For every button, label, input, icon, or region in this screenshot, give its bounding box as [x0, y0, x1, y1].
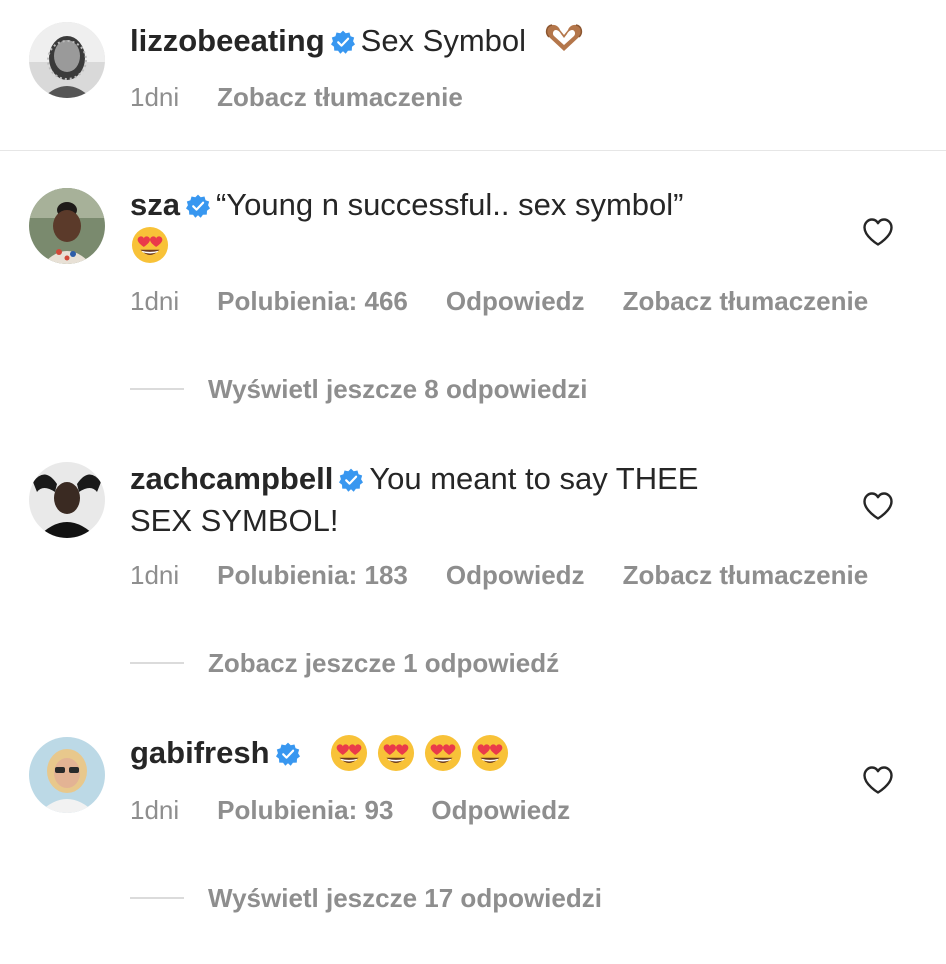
comment-line: sza “Young n successful.. sex symbol” — [130, 187, 684, 223]
username[interactable]: lizzobeeating — [130, 23, 325, 58]
view-replies[interactable]: Wyświetl jeszcze 17 odpowiedzi — [130, 883, 602, 913]
caption-meta: 1dni Zobacz tłumaczenie — [130, 82, 501, 112]
post-caption: lizzobeeating Sex Symbol 1dni Zobacz tłuma… — [0, 0, 946, 150]
likes-count[interactable]: Polubienia: 183 — [217, 560, 408, 590]
comment-meta: 1dni Polubienia: 466 Odpowiedz Zobacz tłuma… — [130, 286, 906, 316]
heart-outline-icon[interactable] — [862, 765, 894, 795]
comment-text: “Young n successful.. sex symbol” — [215, 187, 684, 222]
caption-text: Sex Symbol — [360, 23, 527, 58]
heart-eyes-emoji — [131, 226, 169, 264]
replies-dash — [130, 662, 184, 664]
username[interactable]: zachcampbell — [130, 461, 333, 496]
divider — [0, 150, 946, 151]
heart-eyes-emoji — [330, 734, 368, 772]
heart-eyes-emoji — [471, 734, 509, 772]
verified-badge-icon — [331, 30, 355, 54]
replies-dash — [130, 897, 184, 899]
avatar-gabifresh[interactable] — [29, 737, 105, 813]
heart-outline-icon[interactable] — [862, 217, 894, 247]
translate-link[interactable]: Zobacz tłumaczenie — [217, 82, 463, 112]
likes-count[interactable]: Polubienia: 93 — [217, 795, 393, 825]
comment-text: You meant to say THEE — [369, 461, 699, 496]
translate-link[interactable]: Zobacz tłumaczenie — [623, 560, 869, 590]
comment-line: zachcampbell You meant to say THEE — [130, 461, 698, 497]
avatar-zachcampbell[interactable] — [29, 462, 105, 538]
heart-hands-emoji — [545, 24, 582, 51]
comment-line: gabifresh — [130, 735, 306, 771]
verified-badge-icon — [339, 468, 363, 492]
reply-button[interactable]: Odpowiedz — [431, 795, 570, 825]
verified-badge-icon — [276, 742, 300, 766]
comment-text-continued: SEX SYMBOL! — [130, 503, 339, 538]
timestamp: 1dni — [130, 560, 180, 590]
heart-eyes-emoji — [377, 734, 415, 772]
username[interactable]: sza — [130, 187, 180, 222]
replies-dash — [130, 388, 184, 390]
avatar-lizzobeeating[interactable] — [29, 22, 105, 98]
timestamp: 1dni — [130, 82, 180, 112]
reply-button[interactable]: Odpowiedz — [446, 286, 585, 316]
view-replies[interactable]: Zobacz jeszcze 1 odpowiedź — [130, 648, 559, 678]
timestamp: 1dni — [130, 286, 180, 316]
username[interactable]: gabifresh — [130, 735, 270, 770]
translate-link[interactable]: Zobacz tłumaczenie — [623, 286, 869, 316]
view-replies-label[interactable]: Wyświetl jeszcze 17 odpowiedzi — [208, 883, 602, 914]
timestamp: 1dni — [130, 795, 180, 825]
comment-meta: 1dni Polubienia: 93 Odpowiedz — [130, 795, 608, 825]
likes-count[interactable]: Polubienia: 466 — [217, 286, 408, 316]
heart-eyes-emoji — [424, 734, 462, 772]
avatar-sza[interactable] — [29, 188, 105, 264]
view-replies-label[interactable]: Zobacz jeszcze 1 odpowiedź — [208, 648, 559, 679]
heart-outline-icon[interactable] — [862, 491, 894, 521]
caption-line: lizzobeeating Sex Symbol — [130, 23, 585, 59]
comment-emojis — [330, 734, 509, 772]
view-replies-label[interactable]: Wyświetl jeszcze 8 odpowiedzi — [208, 374, 588, 405]
reply-button[interactable]: Odpowiedz — [446, 560, 585, 590]
view-replies[interactable]: Wyświetl jeszcze 8 odpowiedzi — [130, 374, 588, 404]
comment-meta: 1dni Polubienia: 183 Odpowiedz Zobacz tłuma… — [130, 560, 906, 590]
verified-badge-icon — [186, 194, 210, 218]
